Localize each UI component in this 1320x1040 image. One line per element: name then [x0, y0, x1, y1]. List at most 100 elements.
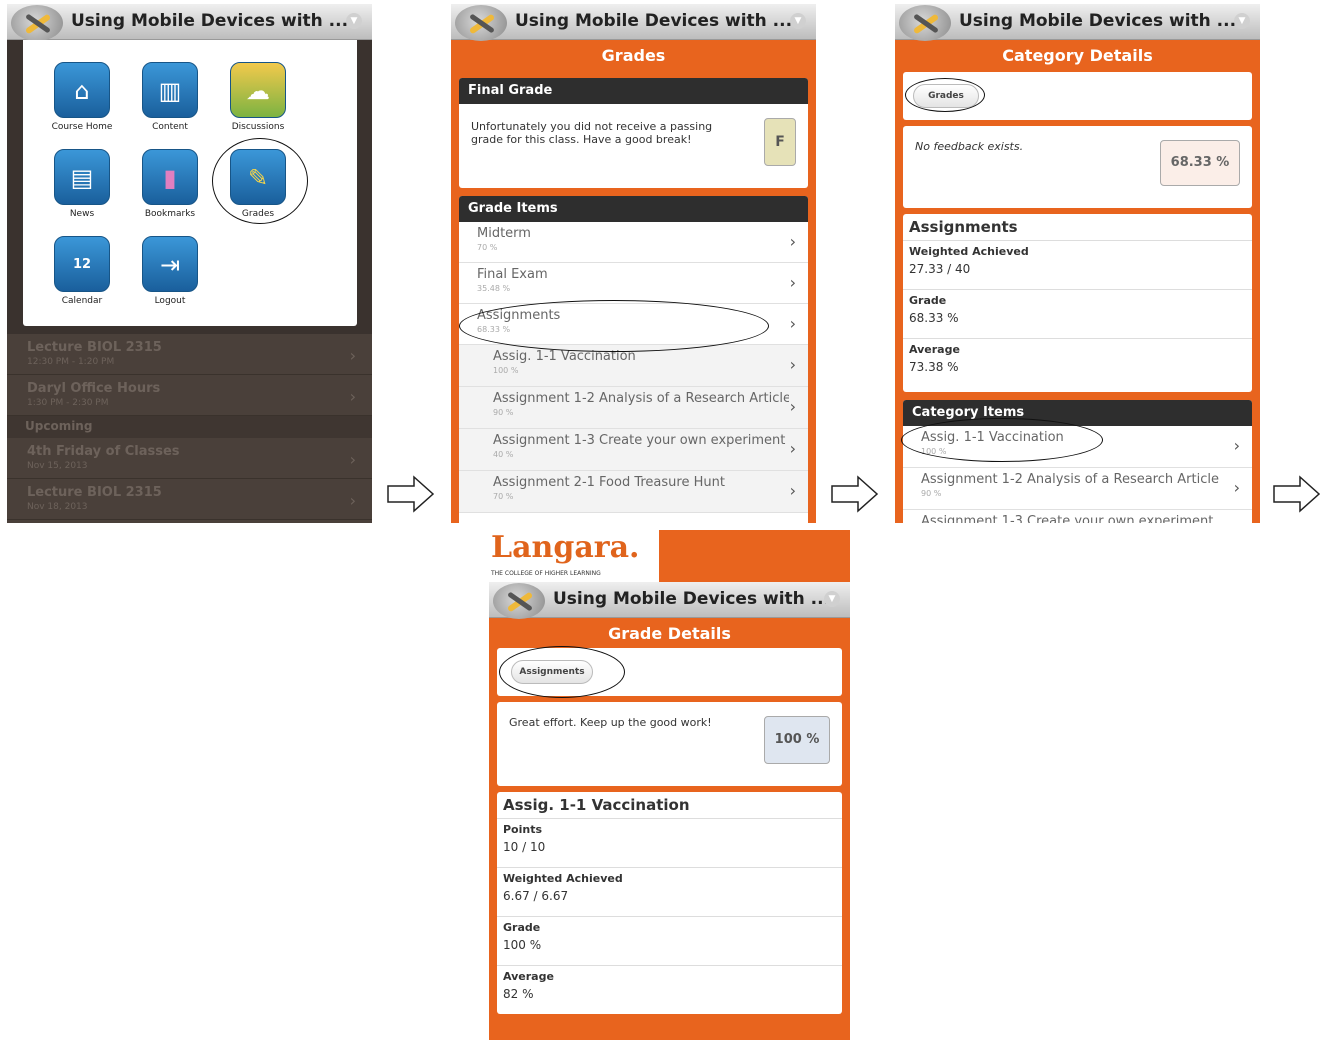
back-to-assignments-button[interactable]: Assignments [511, 660, 593, 684]
tile-content[interactable]: ▥ Content [130, 62, 210, 132]
feedback-text: No feedback exists. [915, 140, 1024, 153]
category-item-assig-1-3[interactable]: Assignment 1-3 Create your own experimen… [903, 510, 1252, 523]
logo-text: Langara. [491, 530, 640, 565]
category-item-percent: 90 % [921, 489, 942, 498]
tile-bookmarks[interactable]: ▮ Bookmarks [130, 149, 210, 219]
list-item[interactable]: 4th Friday of Classes Nov 15, 2013 › [7, 438, 372, 479]
tile-news[interactable]: ▤ News [42, 149, 122, 219]
tools-icon [899, 5, 951, 41]
banner-accent [659, 530, 850, 582]
list-item[interactable]: Lecture BIOL 2315 Nov 18, 2013 › [7, 479, 372, 520]
event-title: Lecture BIOL 2315 [27, 485, 162, 500]
screen-category-details: Using Mobile Devices with ... ▼ Category… [895, 4, 1260, 523]
grade-item-assig-1-1[interactable]: Assig. 1-1 Vaccination 100 % › [459, 345, 808, 387]
tile-discussions[interactable]: ☁ Discussions [218, 62, 298, 132]
chevron-down-icon[interactable]: ▼ [346, 13, 362, 29]
tile-logout[interactable]: ⇥ Logout [130, 236, 210, 306]
section-title: Assignments [903, 214, 1252, 241]
grade-item-title: Assignment 1-3 Create your own experimen… [493, 433, 786, 448]
screen-grade-details: Using Mobile Devices with ... ▼ Grade De… [489, 582, 850, 1040]
section-title: Assig. 1-1 Vaccination [497, 792, 842, 819]
grade-item-percent: 70 % [477, 243, 498, 252]
newspaper-icon: ▤ [54, 149, 110, 205]
chevron-down-icon[interactable]: ▼ [790, 13, 806, 29]
langara-logo: Langara. THE COLLEGE OF HIGHER LEARNING [489, 530, 659, 582]
field-weighted-achieved: Weighted Achieved 6.67 / 6.67 [497, 868, 842, 917]
speech-bubble-icon: ☁ [230, 62, 286, 118]
course-title: Using Mobile Devices with ... [959, 11, 1237, 31]
tile-course-home[interactable]: ⌂ Course Home [42, 62, 122, 132]
grade-item-percent: 90 % [493, 408, 514, 417]
event-title: Daryl Office Hours [27, 381, 161, 396]
grade-item-percent: 100 % [493, 366, 519, 375]
field-value: 27.33 / 40 [909, 262, 971, 276]
course-title: Using Mobile Devices with ... [515, 11, 793, 31]
grade-item-percent: 70 % [493, 492, 514, 501]
event-date: Nov 15, 2013 [27, 461, 88, 471]
page-title: Grades [601, 46, 666, 65]
field-label: Grade [909, 294, 947, 307]
tile-label: News [69, 209, 95, 219]
book-icon: ▥ [142, 62, 198, 118]
arrow-right-icon [1273, 475, 1320, 513]
field-label: Points [503, 823, 543, 836]
chevron-down-icon[interactable]: ▼ [1234, 13, 1250, 29]
tile-label: Grades [241, 209, 275, 219]
assignments-summary-card: Assignments Weighted Achieved 27.33 / 40… [903, 214, 1252, 392]
back-to-grades-button[interactable]: Grades [913, 84, 979, 108]
course-header[interactable]: Using Mobile Devices with ... ▼ [489, 582, 850, 619]
tools-icon [493, 583, 545, 619]
grade-item-assig-2-1[interactable]: Assignment 2-1 Food Treasure Hunt 70 % › [459, 471, 808, 513]
grade-item-assignments[interactable]: Assignments 68.33 % › [459, 304, 808, 345]
chevron-right-icon: › [789, 314, 796, 333]
chevron-right-icon: › [349, 387, 356, 406]
field-average: Average 73.38 % [903, 339, 1252, 388]
field-grade: Grade 68.33 % [903, 290, 1252, 339]
chevron-right-icon: › [349, 450, 356, 469]
tile-grades[interactable]: ✎ Grades [218, 149, 298, 219]
chevron-right-icon: › [349, 346, 356, 365]
event-title: Lecture BIOL 2315 [27, 340, 162, 355]
final-grade-header: Final Grade [459, 78, 808, 104]
chevron-right-icon: › [1233, 436, 1240, 455]
grade-item-final-exam[interactable]: Final Exam 35.48 % › [459, 263, 808, 304]
upcoming-header: Upcoming [7, 416, 372, 438]
event-time: 1:30 PM - 2:30 PM [27, 398, 109, 408]
grade-item-title: Assignment 2-1 Food Treasure Hunt [493, 475, 725, 490]
tile-label: Content [152, 122, 188, 132]
category-item-percent: 100 % [921, 447, 947, 456]
list-item[interactable]: Daryl Office Hours 1:30 PM - 2:30 PM › [7, 375, 372, 416]
page-title: Category Details [1002, 46, 1153, 65]
category-item-assig-1-2[interactable]: Assignment 1-2 Analysis of a Research Ar… [903, 468, 1252, 510]
category-items-header: Category Items [903, 400, 1252, 426]
course-header[interactable]: Using Mobile Devices with ... ▼ [7, 4, 372, 41]
feedback-card: Great effort. Keep up the good work! 100… [497, 702, 842, 786]
grade-item-midterm[interactable]: Midterm 70 % › [459, 222, 808, 263]
field-value: 82 % [503, 987, 534, 1001]
chevron-down-icon[interactable]: ▼ [824, 591, 840, 607]
category-item-title: Assignment 1-2 Analysis of a Research Ar… [921, 472, 1219, 487]
dimmed-events-list: Lecture BIOL 2315 12:30 PM - 1:20 PM › D… [7, 334, 372, 523]
list-item[interactable]: Lecture BIOL 2315 12:30 PM - 1:20 PM › [7, 334, 372, 375]
tile-label: Bookmarks [144, 209, 196, 219]
field-label: Grade [503, 921, 541, 934]
feedback-text: Great effort. Keep up the good work! [509, 716, 712, 729]
category-item-assig-1-1[interactable]: Assig. 1-1 Vaccination 100 % › [903, 426, 1252, 468]
grade-item-assig-1-3[interactable]: Assignment 1-3 Create your own experimen… [459, 429, 808, 471]
field-label: Average [503, 970, 554, 983]
bookmark-icon: ▮ [142, 149, 198, 205]
screen-course-launcher: Lecture BIOL 2315 12:30 PM - 1:20 PM › D… [7, 4, 372, 523]
tile-calendar[interactable]: 12 Calendar [42, 236, 122, 306]
grade-item-title: Assignments [477, 308, 561, 323]
back-nav-card: Assignments [497, 648, 842, 696]
course-header[interactable]: Using Mobile Devices with ... ▼ [895, 4, 1260, 41]
grade-item-assig-1-2[interactable]: Assignment 1-2 Analysis of a Research Ar… [459, 387, 808, 429]
course-header[interactable]: Using Mobile Devices with ... ▼ [451, 4, 816, 41]
grade-details-card: Assig. 1-1 Vaccination Points 10 / 10 We… [497, 792, 842, 1014]
page-title: Grade Details [608, 624, 731, 643]
tools-icon [11, 5, 63, 41]
field-value: 68.33 % [909, 311, 959, 325]
chevron-right-icon: › [789, 232, 796, 251]
tile-label: Logout [154, 296, 186, 306]
field-average: Average 82 % [497, 966, 842, 1015]
